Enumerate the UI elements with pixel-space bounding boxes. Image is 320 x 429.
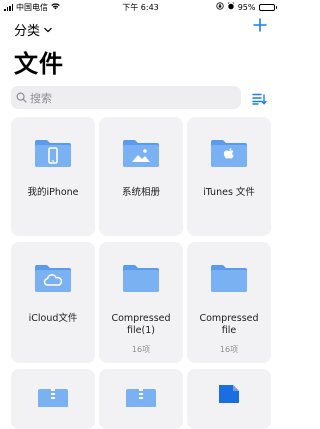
file-name: Compressed file (199, 313, 259, 336)
wifi-icon (51, 2, 60, 12)
status-bar: 中国电信 下午 6:43 95% (0, 0, 281, 14)
file-name: Compressed file(1) (111, 313, 171, 336)
zip-file-icon (99, 387, 183, 407)
battery-percent: 95% (237, 2, 256, 12)
plus-icon (253, 13, 267, 38)
alarm-icon (227, 2, 235, 12)
icloud-folder-icon (11, 262, 95, 294)
carrier-label: 中国电信 (16, 2, 48, 12)
file-item[interactable]: 系统相册 (99, 117, 183, 236)
chevron-down-icon (44, 22, 52, 37)
file-item[interactable]: 我的iPhone (11, 117, 95, 236)
sort-options-button[interactable] (252, 90, 267, 109)
battery-icon (258, 3, 277, 11)
file-item[interactable] (11, 369, 95, 429)
browse-menu-button[interactable]: 分类 (14, 20, 52, 39)
item-count: 16项 (219, 345, 239, 354)
sort-list-icon (252, 90, 267, 109)
folder-icon (99, 262, 183, 294)
search-icon (16, 92, 27, 103)
clock: 下午 6:43 (122, 2, 159, 12)
document-icon (187, 383, 271, 403)
search-placeholder: 搜索 (30, 91, 52, 105)
file-item[interactable] (99, 369, 183, 429)
file-name: 系统相册 (121, 187, 160, 198)
file-item[interactable]: iCloud文件 (11, 242, 95, 363)
folder-icon (187, 262, 271, 294)
signal-icon (4, 3, 13, 11)
file-item[interactable]: Compressed file 16项 (187, 242, 271, 363)
iphone-folder-icon (11, 137, 95, 169)
search-field[interactable]: 搜索 (11, 86, 241, 109)
navigation-bar: 分类 (14, 16, 267, 39)
file-item[interactable]: Compressed file(1) 16项 (99, 242, 183, 363)
file-item[interactable] (187, 369, 271, 429)
item-count: 16项 (131, 345, 151, 354)
zip-file-icon (11, 387, 95, 407)
browse-label: 分类 (14, 24, 41, 39)
add-button[interactable] (253, 16, 267, 36)
file-item[interactable]: iTunes 文件 (187, 117, 271, 236)
photos-folder-icon (99, 137, 183, 169)
apple-folder-icon (187, 137, 271, 169)
file-name: 我的iPhone (27, 187, 79, 198)
lock-rotation-icon (216, 2, 224, 12)
file-name: iTunes 文件 (203, 187, 255, 198)
file-name: iCloud文件 (28, 313, 78, 324)
page-title: 文件 (14, 50, 64, 78)
